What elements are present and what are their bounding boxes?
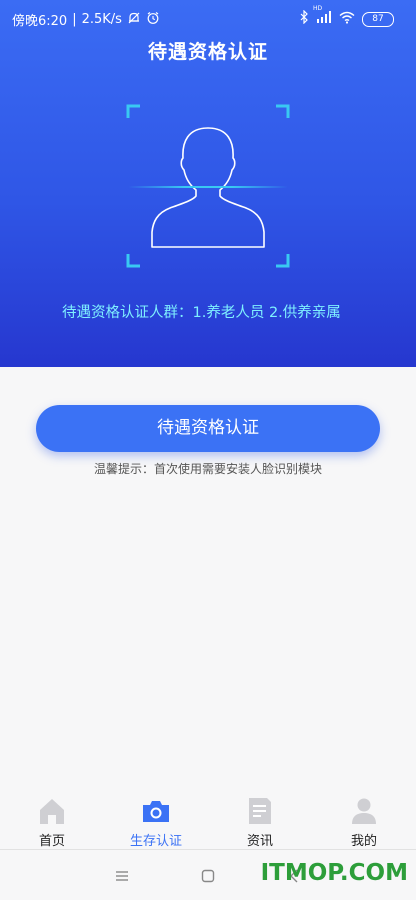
tab-survival-certification-label: 生存认证: [129, 834, 182, 849]
tab-home-label: 首页: [38, 834, 65, 849]
home-square-icon[interactable]: [197, 865, 219, 887]
bottom-tab-bar: 首页 生存认证 资讯 我的: [0, 792, 416, 850]
tab-home[interactable]: 首页: [12, 792, 92, 849]
tab-news-label: 资讯: [246, 834, 273, 849]
alarm-clock-icon: [146, 11, 160, 29]
battery-icon: 87: [362, 11, 394, 27]
document-icon: [247, 796, 273, 826]
status-time: 傍晚6:20: [12, 14, 68, 29]
wifi-icon: [339, 11, 355, 28]
signal-icon: HD: [313, 5, 332, 28]
page-title: 待遇资格认证: [147, 41, 268, 63]
status-bar: 傍晚6:20 | 2.5K/s HD 87: [0, 0, 416, 34]
watermark-logo: ITMOP.COM: [260, 860, 408, 886]
network-label: HD: [313, 5, 323, 12]
tip-text: 温馨提示：首次使用需要安装人脸识别模块: [93, 462, 322, 476]
home-icon: [37, 796, 67, 826]
camera-icon: [141, 796, 171, 826]
scan-line: [128, 186, 288, 188]
start-certification-button[interactable]: 待遇资格认证: [36, 405, 380, 452]
status-speed: 2.5K/s: [81, 12, 122, 27]
tab-mine-label: 我的: [350, 834, 377, 849]
bell-off-icon: [127, 11, 141, 29]
eligible-groups-notice: 待遇资格认证人群：1.养老人员 2.供养亲属: [62, 305, 341, 321]
status-divider: |: [72, 12, 77, 27]
menu-icon[interactable]: [111, 865, 133, 887]
status-right: HD 87: [300, 5, 394, 28]
tab-news[interactable]: 资讯: [220, 792, 300, 849]
tab-mine[interactable]: 我的: [324, 792, 404, 849]
bluetooth-icon: [300, 9, 309, 28]
tab-survival-certification[interactable]: 生存认证: [116, 792, 196, 849]
hero-banner: 傍晚6:20 | 2.5K/s HD 87 待遇资格认证 待遇资格认证人群：1.…: [0, 0, 416, 367]
status-left: 傍晚6:20 | 2.5K/s: [12, 10, 160, 29]
user-icon: [350, 796, 378, 826]
